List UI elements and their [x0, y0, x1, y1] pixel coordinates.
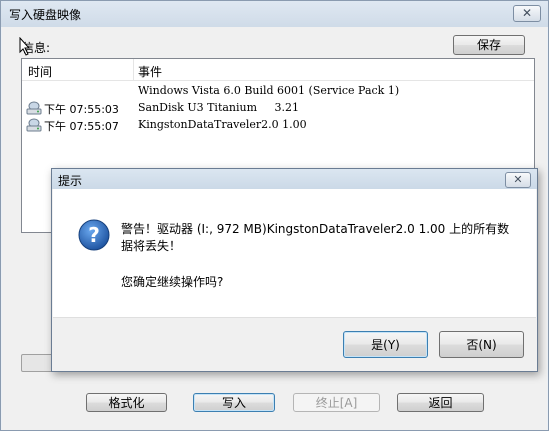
back-button[interactable]: 返回 — [397, 393, 484, 412]
drive-icon — [26, 101, 42, 115]
log-table-header: 时间 事件 — [22, 59, 534, 81]
column-header-event[interactable]: 事件 — [138, 63, 162, 80]
row-event: SanDisk U3 Titanium 3.21 — [138, 101, 300, 114]
no-button[interactable]: 否(N) — [439, 331, 524, 358]
write-button[interactable]: 写入 — [193, 393, 275, 412]
row-event: KingstonDataTraveler2.0 1.00 — [138, 118, 307, 131]
yes-button[interactable]: 是(Y) — [343, 331, 428, 358]
save-button[interactable]: 保存 — [453, 35, 525, 55]
confirm-dialog: 提示 ✕ ? 警告！驱动器 (I:, 972 MB)KingstonDataTr… — [51, 168, 538, 372]
stop-button: 终止[A] — [293, 393, 380, 412]
drive-icon — [26, 118, 42, 132]
table-row[interactable]: Windows Vista 6.0 Build 6001 (Service Pa… — [22, 83, 534, 100]
column-header-time[interactable]: 时间 — [28, 63, 52, 80]
question-icon: ? — [78, 219, 110, 251]
table-row[interactable]: 下午 07:55:03 SanDisk U3 Titanium 3.21 — [22, 100, 534, 117]
mouse-cursor-icon — [19, 37, 31, 56]
table-row[interactable]: 下午 07:55:07 KingstonDataTraveler2.0 1.00 — [22, 117, 534, 134]
format-button[interactable]: 格式化 — [86, 393, 167, 412]
svg-text:?: ? — [88, 223, 100, 247]
row-time: 下午 07:55:07 — [44, 120, 119, 133]
dialog-close-button[interactable]: ✕ — [505, 172, 531, 188]
dialog-content: ? 警告！驱动器 (I:, 972 MB)KingstonDataTravele… — [53, 189, 536, 317]
row-time: 下午 07:55:03 — [44, 103, 119, 116]
row-event: Windows Vista 6.0 Build 6001 (Service Pa… — [138, 84, 400, 97]
window-title: 写入硬盘映像 — [9, 8, 82, 22]
dialog-confirm-question: 您确定继续操作吗? — [121, 275, 224, 289]
window-close-button[interactable]: ✕ — [513, 5, 541, 22]
title-bar[interactable]: 写入硬盘映像 ✕ — [1, 1, 548, 27]
column-divider[interactable] — [133, 59, 134, 80]
dialog-title: 提示 — [58, 174, 83, 188]
dialog-warning-message: 警告！驱动器 (I:, 972 MB)KingstonDataTraveler2… — [121, 222, 510, 253]
